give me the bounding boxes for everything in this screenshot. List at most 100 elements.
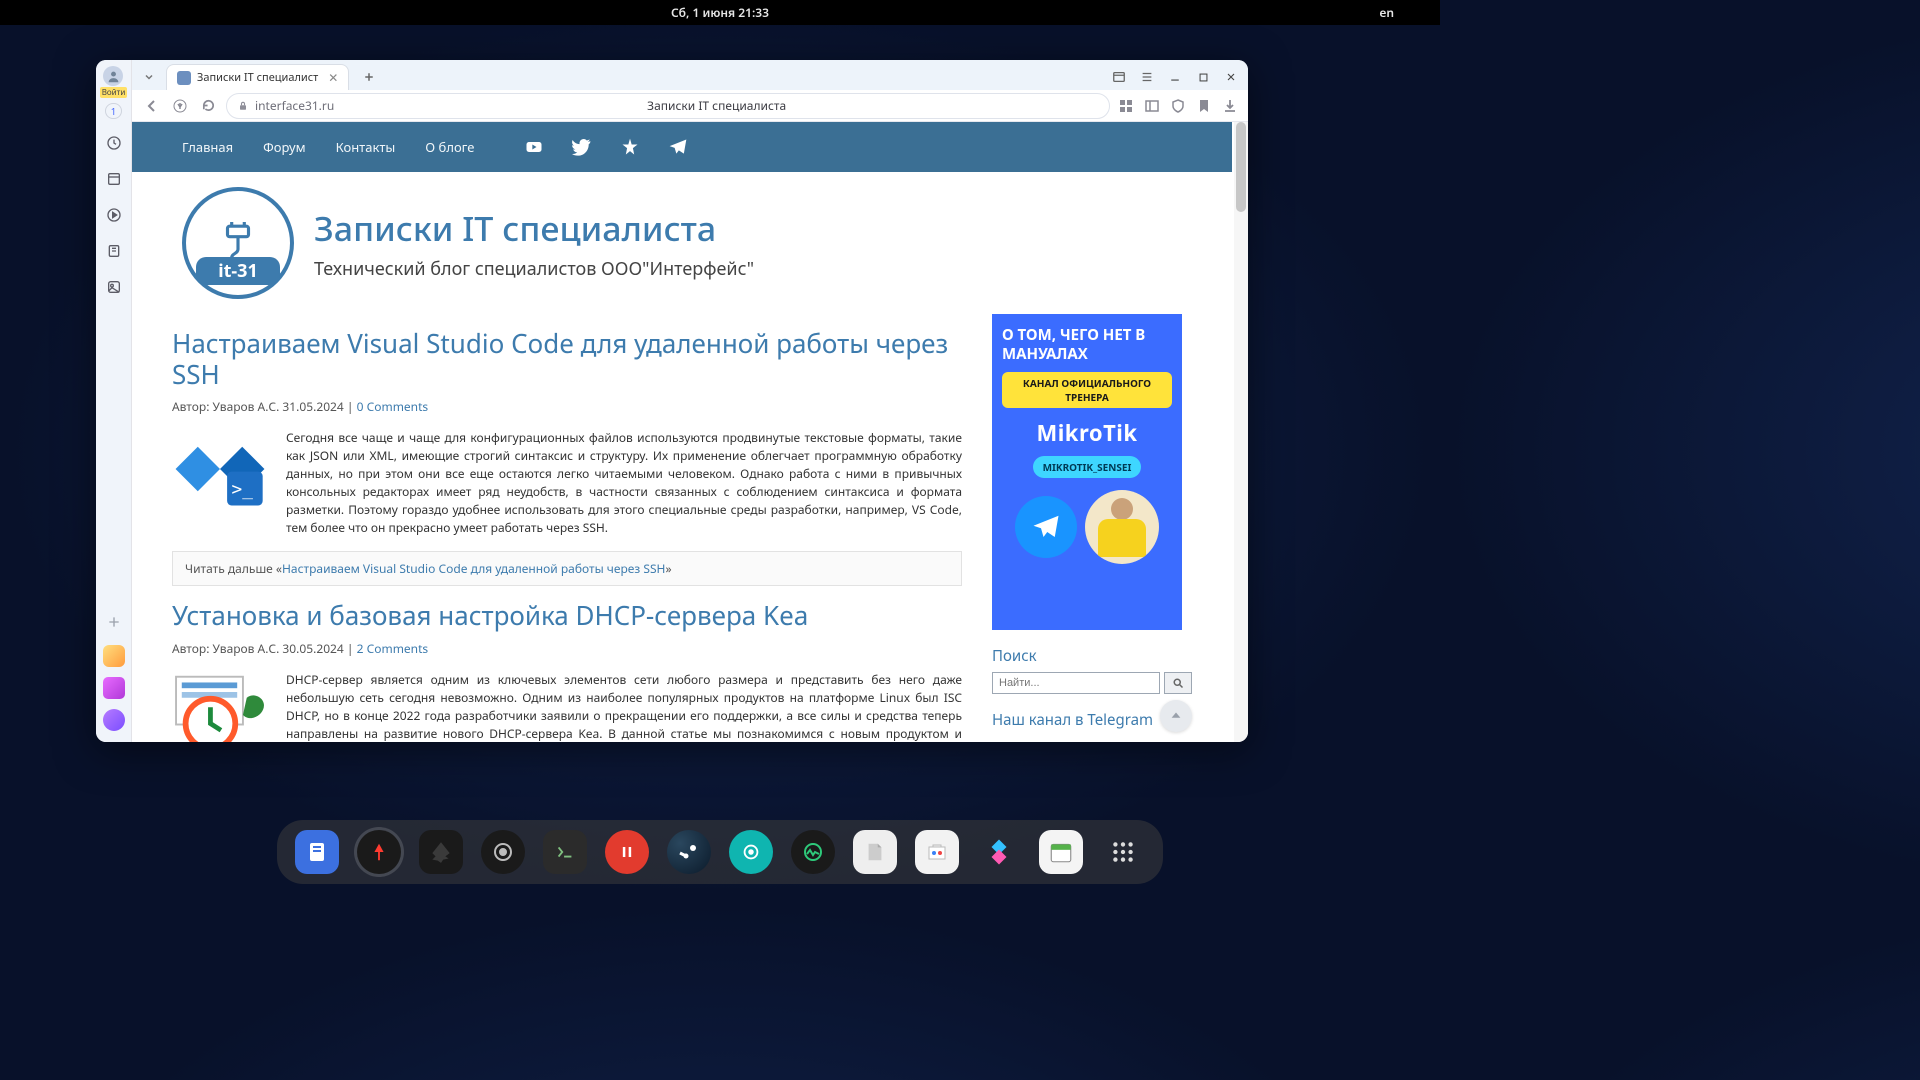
scrollbar[interactable] [1234, 122, 1248, 742]
banner-handle: MIKROTIK_SENSEI [1033, 456, 1142, 478]
search-input[interactable] [992, 672, 1160, 694]
nav-forum[interactable]: Форум [263, 138, 305, 156]
dock-app-files[interactable] [295, 830, 339, 874]
tab-strip: Записки IT специалист ✕ [132, 60, 1248, 90]
dock-app-red-circle[interactable] [605, 830, 649, 874]
article-comments-link[interactable]: 2 Comments [357, 640, 429, 657]
address-bar[interactable]: interface31.ru Записки IT специалиста [226, 93, 1110, 119]
dock-app-grid[interactable] [1101, 830, 1145, 874]
login-button[interactable]: Войти [100, 66, 128, 98]
article-thumbnail [172, 671, 268, 742]
banner-person-icon [1085, 490, 1159, 564]
article-excerpt: Сегодня все чаще и чаще для конфигурацио… [286, 429, 962, 537]
site-header: it-31 Записки IT специалиста Технический… [132, 172, 1232, 314]
banner-brand: MikroTik [1036, 418, 1137, 448]
favicon-icon [177, 71, 191, 85]
gallery-icon[interactable] [102, 275, 126, 299]
dock-app-teal-circle[interactable] [729, 830, 773, 874]
music-app-icon[interactable] [103, 677, 125, 699]
article: Установка и базовая настройка DHCP-серве… [172, 600, 962, 742]
feed-icon[interactable] [102, 167, 126, 191]
dock-app-calendar[interactable] [1039, 830, 1083, 874]
reader-icon[interactable] [102, 239, 126, 263]
search-button[interactable] [1164, 672, 1192, 694]
telegram-icon[interactable] [668, 137, 688, 157]
yandex-logo-icon[interactable] [170, 96, 190, 116]
telegram-circle-icon [1015, 496, 1077, 558]
window-minimize-icon[interactable] [1164, 68, 1186, 86]
nav-contacts[interactable]: Контакты [336, 138, 396, 156]
dock-app-libreoffice[interactable] [853, 830, 897, 874]
banner-headline: О ТОМ, ЧЕГО НЕТ В МАНУАЛАХ [1002, 326, 1172, 364]
read-more: Читать дальше «Настраиваем Visual Studio… [172, 551, 962, 586]
dock-app-terminal[interactable] [543, 830, 587, 874]
avatar-icon [103, 66, 123, 86]
search-heading: Поиск [992, 646, 1192, 666]
dock-app-monitor[interactable] [791, 830, 835, 874]
window-maximize-icon[interactable] [1192, 68, 1214, 86]
page-title: Записки IT специалиста [334, 97, 1099, 114]
address-bar-row: interface31.ru Записки IT специалиста [132, 90, 1248, 122]
dock-app-inkscape[interactable] [419, 830, 463, 874]
dock-app-diamond[interactable] [977, 830, 1021, 874]
tab-active[interactable]: Записки IT специалист ✕ [166, 64, 349, 90]
alice-icon[interactable] [103, 709, 125, 731]
browser-window: Войти 1 [96, 60, 1248, 742]
browser-sidepanel: Войти 1 [96, 60, 132, 742]
article-title[interactable]: Установка и базовая настройка DHCP-серве… [172, 600, 962, 631]
new-tab-button[interactable] [359, 67, 379, 87]
dock-app-software[interactable] [915, 830, 959, 874]
bookmark-icon[interactable] [1196, 98, 1212, 114]
article-meta: Автор: Уваров А.С. 30.05.2024 | [172, 640, 357, 657]
url-text: interface31.ru [255, 97, 334, 114]
add-panel-icon[interactable] [102, 610, 126, 634]
tab-list-button[interactable] [138, 68, 160, 86]
site-logo[interactable]: it-31 [182, 187, 294, 299]
logo-text: it-31 [196, 257, 280, 285]
browser-menu-icon[interactable] [1136, 68, 1158, 86]
clock[interactable]: Сб, 1 июня 21:33 [671, 4, 769, 21]
dock-app-steam[interactable] [667, 830, 711, 874]
tab-count-badge[interactable]: 1 [105, 103, 123, 119]
article-thumbnail: >_ [172, 429, 268, 509]
extensions-icon[interactable] [1118, 98, 1134, 114]
site-subtitle: Технический блог специалистов ООО"Интерф… [314, 257, 754, 281]
tab-title: Записки IT специалист [197, 70, 318, 85]
read-more-link[interactable]: Настраиваем Visual Studio Code для удале… [282, 560, 665, 577]
tab-close-icon[interactable]: ✕ [328, 69, 338, 86]
play-icon[interactable] [102, 203, 126, 227]
article-comments-link[interactable]: 0 Comments [357, 398, 429, 415]
svg-text:>_: >_ [232, 480, 254, 500]
dock-app-yandex-browser[interactable] [357, 830, 401, 874]
article-meta: Автор: Уваров А.С. 31.05.2024 | [172, 398, 357, 415]
reader-mode-icon[interactable] [1108, 68, 1130, 86]
web-page: Главная Форум Контакты О блоге it-31 [132, 122, 1232, 742]
article-title[interactable]: Настраиваем Visual Studio Code для удале… [172, 328, 962, 390]
dock [277, 820, 1163, 884]
keyboard-lang[interactable]: en [1379, 4, 1394, 21]
dock-app-obs[interactable] [481, 830, 525, 874]
downloads-icon[interactable] [1222, 98, 1238, 114]
window-close-icon[interactable] [1220, 68, 1242, 86]
reload-icon[interactable] [198, 96, 218, 116]
site-title: Записки IT специалиста [314, 205, 754, 251]
banner-chip: КАНАЛ ОФИЦИАЛЬНОГО ТРЕНЕРА [1002, 372, 1172, 408]
nav-about[interactable]: О блоге [425, 138, 474, 156]
gnome-topbar: Сб, 1 июня 21:33 en [0, 0, 1440, 25]
shield-icon[interactable] [1170, 98, 1186, 114]
youtube-icon[interactable] [524, 137, 544, 157]
site-sidebar: О ТОМ, ЧЕГО НЕТ В МАНУАЛАХ КАНАЛ ОФИЦИАЛ… [992, 314, 1192, 742]
translate-icon[interactable] [1144, 98, 1160, 114]
site-nav: Главная Форум Контакты О блоге [132, 122, 1232, 172]
article: Настраиваем Visual Studio Code для удале… [172, 328, 962, 586]
twitter-icon[interactable] [572, 137, 592, 157]
lock-icon [237, 95, 249, 117]
mail-app-icon[interactable] [103, 645, 125, 667]
history-icon[interactable] [102, 131, 126, 155]
nav-back-icon[interactable] [142, 96, 162, 116]
scroll-top-button[interactable] [1160, 700, 1192, 732]
star-icon[interactable] [620, 137, 640, 157]
promo-banner[interactable]: О ТОМ, ЧЕГО НЕТ В МАНУАЛАХ КАНАЛ ОФИЦИАЛ… [992, 314, 1182, 630]
scrollbar-thumb[interactable] [1236, 122, 1246, 212]
nav-home[interactable]: Главная [182, 138, 233, 156]
